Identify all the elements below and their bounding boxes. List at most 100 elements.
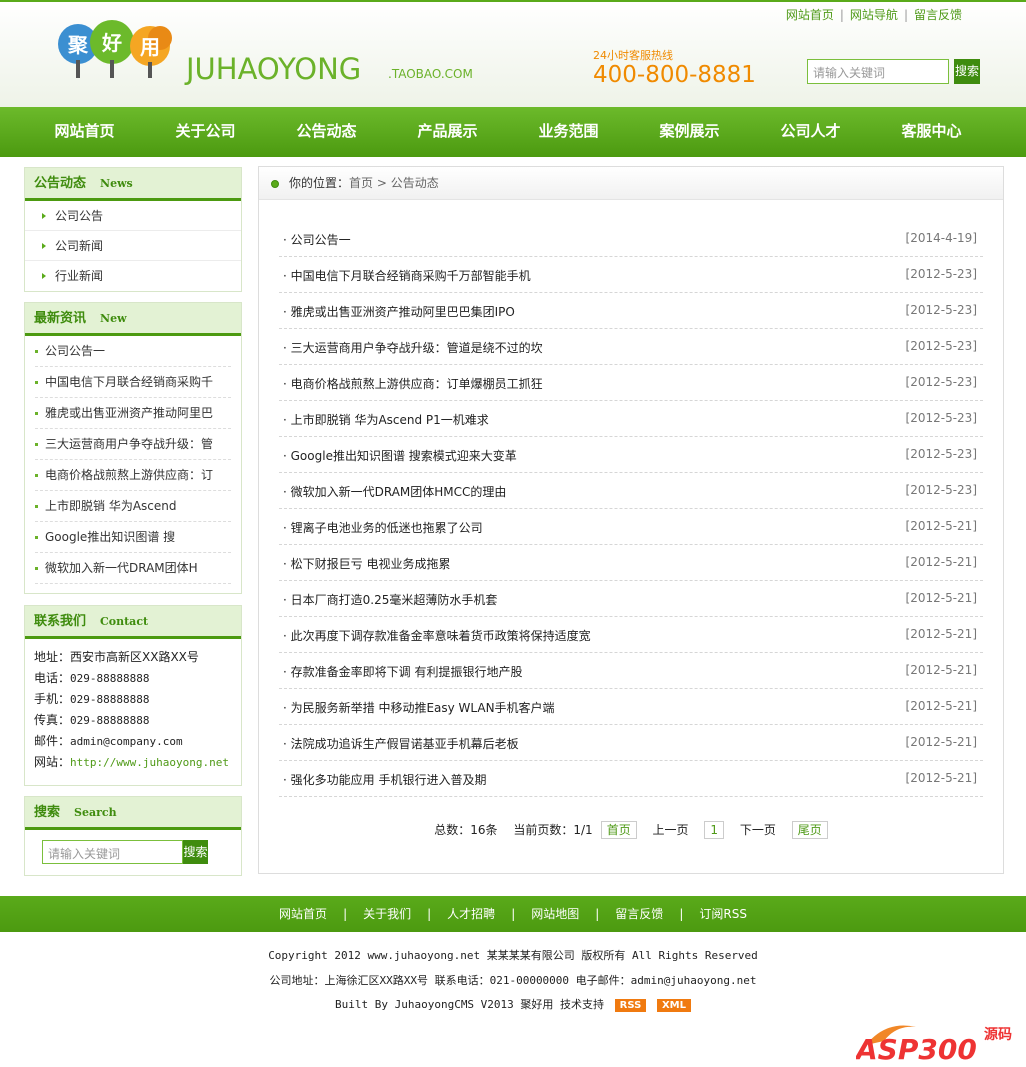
pager-current: 当前页数：1/1 — [513, 823, 593, 837]
article-title[interactable]: · 存款准备金率即将下调 有利提振银行地产股 — [283, 663, 522, 680]
footer-link-rss[interactable]: 订阅RSS — [699, 907, 747, 921]
sidebar-latest-title: 最新资讯 New — [25, 303, 241, 336]
search-button[interactable]: 搜索 — [954, 59, 980, 84]
sidebar-search-input[interactable]: 请输入关键词 — [42, 840, 183, 864]
article-title[interactable]: · 公司公告一 — [283, 231, 351, 248]
footer-link-jobs[interactable]: 人才招聘 — [447, 907, 495, 921]
nav-item-cases[interactable]: 案例展示 — [629, 107, 750, 157]
contact-mobile: 手机：029-88888888 — [25, 689, 241, 710]
latest-item[interactable]: 电商价格战煎熬上游供应商：订 — [35, 460, 231, 491]
watermark-sub: 源码 — [984, 1026, 1012, 1043]
footer-nav: 网站首页 | 关于我们 | 人才招聘 | 网站地图 | 留言反馈 | 订阅RSS — [0, 896, 1026, 932]
article-title[interactable]: · 电商价格战煎熬上游供应商：订单爆棚员工抓狂 — [283, 375, 543, 392]
article-title[interactable]: · 为民服务新举措 中移动推Easy WLAN手机客户端 — [283, 699, 555, 716]
top-link-sitemap[interactable]: 网站导航 — [850, 8, 898, 22]
pager-last[interactable]: 尾页 — [791, 821, 828, 839]
latest-item[interactable]: 雅虎或出售亚洲资产推动阿里巴 — [35, 398, 231, 429]
article-title[interactable]: · 法院成功追诉生产假冒诺基亚手机幕后老板 — [283, 735, 519, 752]
article-title[interactable]: · 日本厂商打造0.25毫米超薄防水手机套 — [283, 591, 497, 608]
pager-total: 总数：16条 — [434, 823, 498, 837]
nav-item-about[interactable]: 关于公司 — [145, 107, 266, 157]
article-title[interactable]: · 三大运营商用户争夺战升级：管道是绕不过的坎 — [283, 339, 543, 356]
article-title[interactable]: · 中国电信下月联合经销商采购千万部智能手机 — [283, 267, 531, 284]
latest-item[interactable]: 三大运营商用户争夺战升级：管 — [35, 429, 231, 460]
divider: | — [343, 907, 348, 921]
breadcrumb-prefix: 你的位置： — [289, 176, 350, 190]
latest-item[interactable]: 上市即脱销 华为Ascend — [35, 491, 231, 522]
contact-label: 传真： — [34, 713, 71, 727]
article-title[interactable]: · Google推出知识图谱 搜索模式迎来大变革 — [283, 447, 517, 464]
nav-item-home[interactable]: 网站首页 — [24, 107, 145, 157]
article-date: [2012-5-23] — [905, 483, 977, 497]
nav-item-news[interactable]: 公告动态 — [266, 107, 387, 157]
footer-link-home[interactable]: 网站首页 — [279, 907, 327, 921]
pager-next[interactable]: 下一页 — [740, 823, 776, 837]
sidebar-item-company-news[interactable]: 公司新闻 — [25, 231, 241, 261]
contact-label: 电话： — [34, 671, 71, 685]
pager-prev[interactable]: 上一页 — [653, 823, 689, 837]
article-row: · 日本厂商打造0.25毫米超薄防水手机套 [2012-5-21] — [279, 581, 983, 617]
pager-page-1[interactable]: 1 — [704, 821, 725, 839]
latest-item[interactable]: 微软加入新一代DRAM团体H — [35, 553, 231, 584]
article-row: · 为民服务新举措 中移动推Easy WLAN手机客户端 [2012-5-21] — [279, 689, 983, 725]
footer-link-feedback[interactable]: 留言反馈 — [615, 907, 663, 921]
footer-link-about[interactable]: 关于我们 — [363, 907, 411, 921]
logo-trees-icon[interactable]: 聚 好 用 — [56, 16, 182, 82]
footer-built-by-text: Built By JuhaoyongCMS V2013 聚好用 技术支持 — [334, 998, 605, 1011]
article-date: [2012-5-23] — [905, 339, 977, 353]
article-row: · 中国电信下月联合经销商采购千万部智能手机 [2012-5-23] — [279, 257, 983, 293]
main-nav: 网站首页 关于公司 公告动态 产品展示 业务范围 案例展示 公司人才 客服中心 — [0, 107, 1026, 157]
rss-badge[interactable]: RSS — [614, 998, 647, 1012]
article-date: [2012-5-23] — [905, 267, 977, 281]
sidebar-item-company-notice[interactable]: 公司公告 — [25, 201, 241, 231]
breadcrumb-home[interactable]: 首页 — [349, 176, 373, 190]
sidebar-title-text: 搜索 — [34, 805, 61, 820]
article-date: [2012-5-21] — [905, 771, 977, 785]
nav-item-business[interactable]: 业务范围 — [508, 107, 629, 157]
contact-fax: 传真：029-88888888 — [25, 710, 241, 731]
footer-link-sitemap[interactable]: 网站地图 — [531, 907, 579, 921]
nav-item-products[interactable]: 产品展示 — [387, 107, 508, 157]
contact-website-link[interactable]: http://www.juhaoyong.net — [70, 756, 229, 769]
article-row: · 雅虎或出售亚洲资产推动阿里巴巴集团IPO [2012-5-23] — [279, 293, 983, 329]
top-link-feedback[interactable]: 留言反馈 — [914, 8, 962, 22]
article-row: · 上市即脱销 华为Ascend P1一机难求 [2012-5-23] — [279, 401, 983, 437]
article-list: · 公司公告一 [2014-4-19] · 中国电信下月联合经销商采购千万部智能手… — [279, 221, 983, 797]
top-link-home[interactable]: 网站首页 — [786, 8, 834, 22]
xml-badge[interactable]: XML — [656, 998, 691, 1012]
contact-value: 西安市高新区XX路XX号 — [70, 650, 199, 664]
divider: | — [595, 907, 600, 921]
article-title[interactable]: · 雅虎或出售亚洲资产推动阿里巴巴集团IPO — [283, 303, 515, 320]
latest-item[interactable]: 公司公告一 — [35, 336, 231, 367]
nav-item-talent[interactable]: 公司人才 — [750, 107, 871, 157]
article-date: [2012-5-21] — [905, 591, 977, 605]
article-date: [2012-5-21] — [905, 663, 977, 677]
latest-item[interactable]: 中国电信下月联合经销商采购千 — [35, 367, 231, 398]
search-input[interactable]: 请输入关键词 — [807, 59, 949, 84]
article-date: [2012-5-23] — [905, 375, 977, 389]
sidebar-search-button[interactable]: 搜索 — [183, 840, 208, 864]
contact-website: 网站：http://www.juhaoyong.net — [25, 752, 241, 773]
article-row: · 微软加入新一代DRAM团体HMCC的理由 [2012-5-23] — [279, 473, 983, 509]
divider: | — [427, 907, 432, 921]
divider: | — [903, 8, 908, 22]
divider: | — [679, 907, 684, 921]
article-title[interactable]: · 强化多功能应用 手机银行进入普及期 — [283, 771, 486, 788]
latest-item[interactable]: Google推出知识图谱 搜 — [35, 522, 231, 553]
article-title[interactable]: · 锂离子电池业务的低迷也拖累了公司 — [283, 519, 483, 536]
article-title[interactable]: · 上市即脱销 华为Ascend P1一机难求 — [283, 411, 489, 428]
divider: | — [511, 907, 516, 921]
pager-first[interactable]: 首页 — [600, 821, 637, 839]
sidebar-title-en: Search — [74, 806, 117, 819]
article-title[interactable]: · 松下财报巨亏 电视业务成拖累 — [283, 555, 450, 572]
sidebar-item-industry-news[interactable]: 行业新闻 — [25, 261, 241, 291]
footer-copyright: Copyright 2012 www.juhaoyong.net 某某某某有限公… — [268, 949, 758, 962]
sidebar-search: 搜索 Search 请输入关键词 搜索 — [24, 796, 242, 876]
article-title[interactable]: · 微软加入新一代DRAM团体HMCC的理由 — [283, 483, 506, 500]
pagination: 总数：16条 当前页数：1/1 首页 上一页 1 下一页 尾页 — [259, 821, 1003, 839]
nav-item-service[interactable]: 客服中心 — [871, 107, 992, 157]
article-title[interactable]: · 此次再度下调存款准备金率意味着货币政策将保持适度宽 — [283, 627, 591, 644]
sidebar-contact: 联系我们 Contact 地址：西安市高新区XX路XX号 电话：029-88888… — [24, 605, 242, 786]
logo-text[interactable]: JUHAOYONG — [186, 52, 361, 86]
watermark-logo: ASP300 源码 — [856, 1025, 1012, 1063]
